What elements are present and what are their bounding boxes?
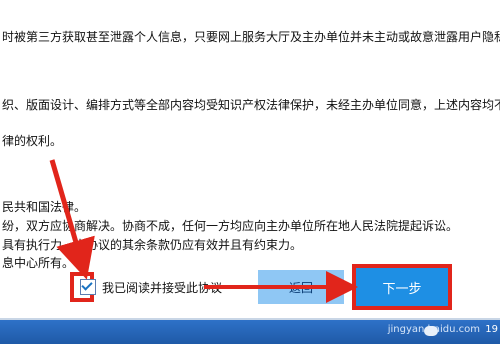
agreement-line: 时被第三方获取甚至泄露个人信息，只要网上服务大厅及主办单位并未主动或故意泄露用户… bbox=[2, 30, 500, 44]
agreement-line: 织、版面设计、编排方式等全部内容均受知识产权法律保护，未经主办单位同意，上述内容… bbox=[2, 98, 500, 112]
agreement-line: 具有执行力，本协议的其余条款仍应有效并且有约束力。 bbox=[2, 238, 303, 252]
taskbar: jingyan.baidu.com 19 bbox=[0, 320, 500, 344]
next-button-label: 下一步 bbox=[382, 281, 422, 297]
agree-checkbox[interactable] bbox=[80, 279, 96, 295]
back-button-label: 返回 bbox=[288, 280, 313, 295]
back-button[interactable]: 返回 bbox=[258, 270, 344, 304]
agreement-line: 息中心所有。 bbox=[2, 256, 75, 270]
taskbar-clock[interactable]: 19 bbox=[485, 324, 498, 335]
next-button[interactable]: 下一步 bbox=[356, 268, 448, 306]
watermark: jingyan.baidu.com bbox=[387, 324, 480, 335]
agree-row[interactable]: 我已阅读并接受此协议 bbox=[80, 277, 222, 297]
agreement-line: 纷，双方应协商解决。协商不成，任何一方均应向主办单位所在地人民法院提起诉讼。 bbox=[2, 219, 459, 233]
agreement-line: 民共和国法律。 bbox=[2, 200, 87, 214]
agree-label[interactable]: 我已阅读并接受此协议 bbox=[102, 279, 222, 296]
agreement-line: 律的权利。 bbox=[2, 134, 63, 148]
